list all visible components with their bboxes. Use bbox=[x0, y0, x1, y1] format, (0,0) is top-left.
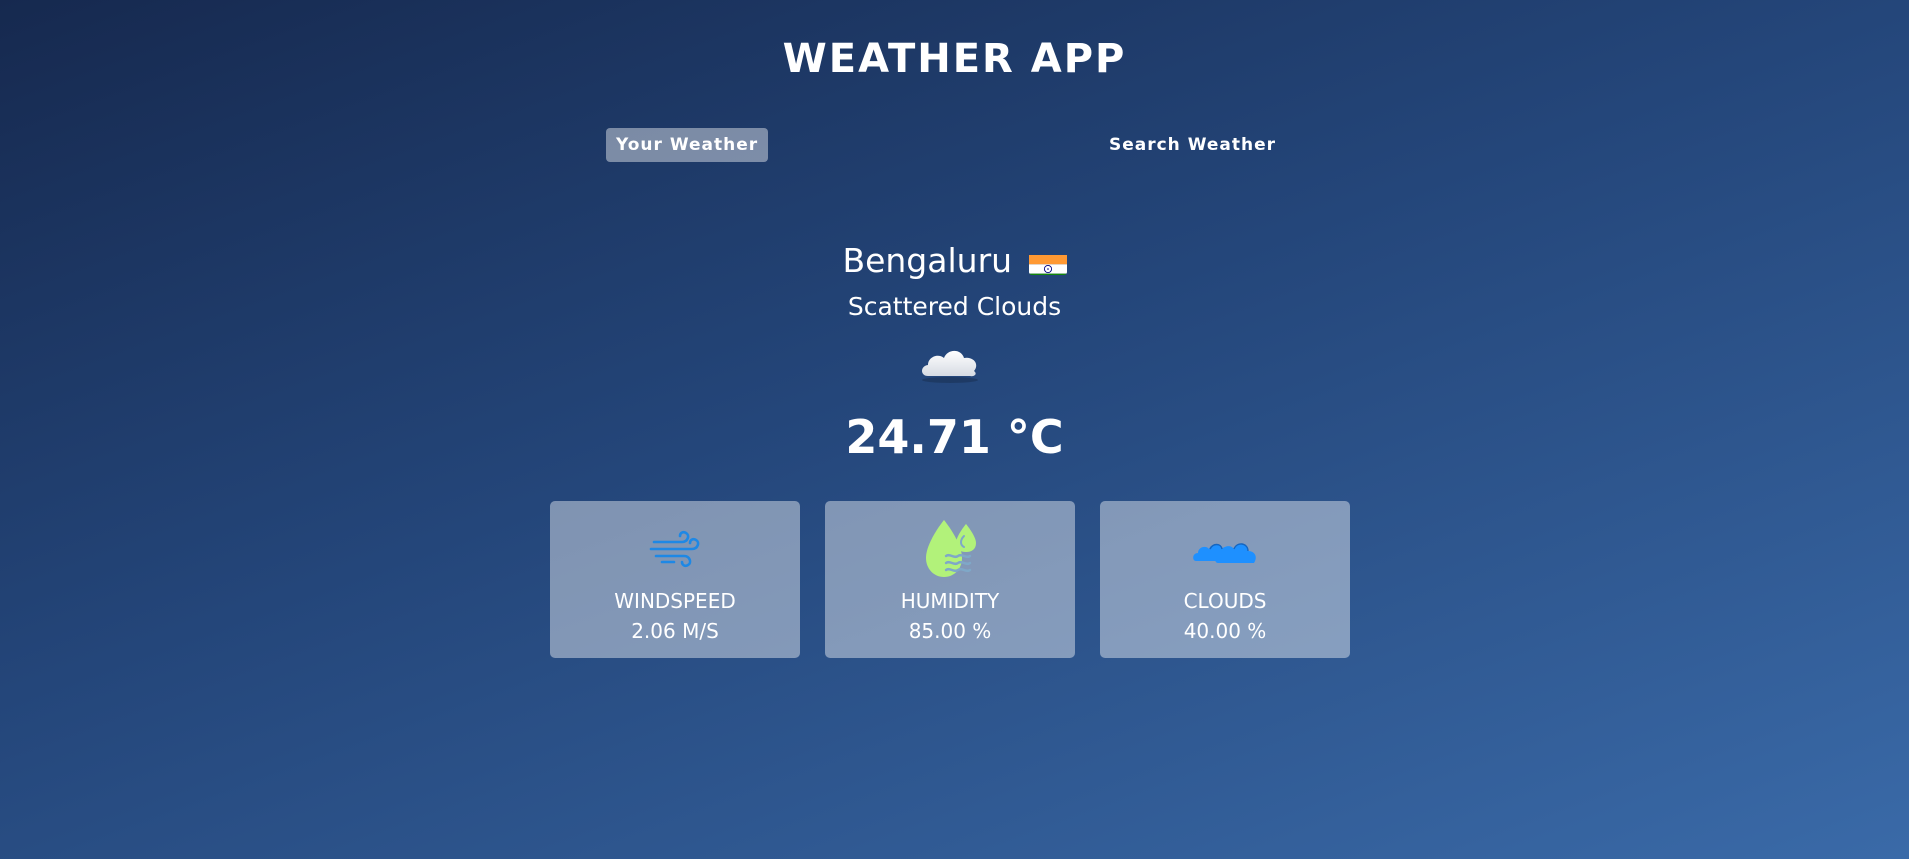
tab-bar: Your Weather Search Weather bbox=[606, 128, 1286, 162]
humidity-card: HUMIDITY 85.00 % bbox=[825, 501, 1075, 658]
temperature-value: 24.71 °C bbox=[845, 410, 1064, 464]
windspeed-label: WINDSPEED bbox=[614, 589, 736, 613]
windspeed-value: 2.06 M/S bbox=[631, 619, 719, 643]
humidity-label: HUMIDITY bbox=[900, 589, 1000, 613]
clouds-icon bbox=[1100, 517, 1350, 581]
humidity-icon bbox=[825, 517, 1075, 581]
wind-icon bbox=[550, 517, 800, 581]
clouds-label: CLOUDS bbox=[1183, 589, 1267, 613]
clouds-value: 40.00 % bbox=[1183, 619, 1267, 643]
tab-your-weather[interactable]: Your Weather bbox=[606, 128, 769, 162]
clouds-card: CLOUDS 40.00 % bbox=[1100, 501, 1350, 658]
location-heading: Bengaluru bbox=[0, 236, 1909, 286]
app-title: WEATHER APP bbox=[782, 36, 1127, 82]
humidity-value: 85.00 % bbox=[908, 619, 992, 643]
weather-description: Scattered Clouds bbox=[847, 292, 1062, 321]
india-flag-icon bbox=[1028, 247, 1067, 275]
windspeed-card: WINDSPEED 2.06 M/S bbox=[550, 501, 800, 658]
city-name: Bengaluru bbox=[842, 241, 1013, 280]
tab-search-weather[interactable]: Search Weather bbox=[1099, 128, 1286, 162]
weather-stats: WINDSPEED 2.06 M/S HUMIDITY 85.00 % CLOU… bbox=[550, 501, 1350, 658]
cloud-icon bbox=[916, 338, 984, 386]
